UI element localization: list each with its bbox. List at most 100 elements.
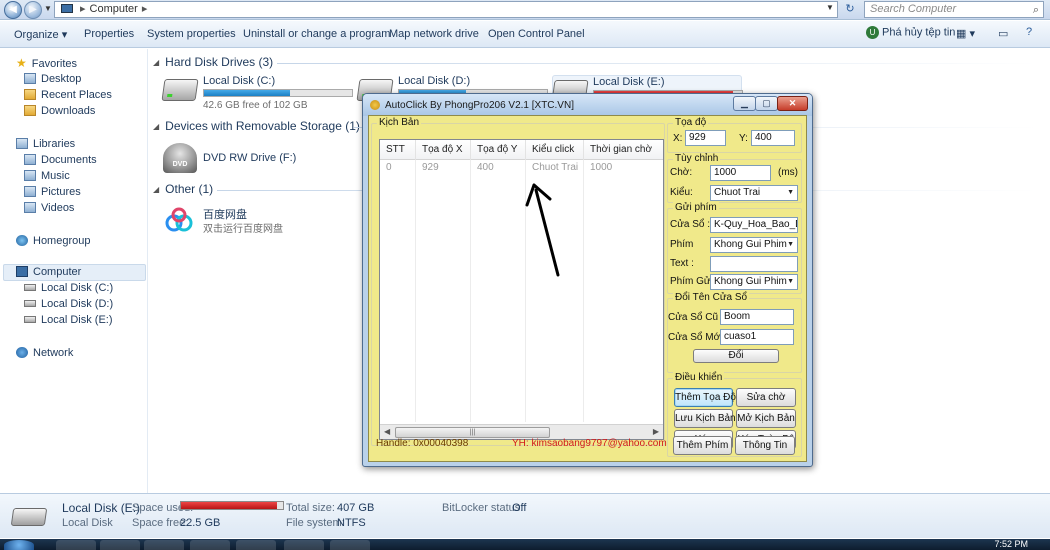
search-input[interactable]: Search Computer ⌕ — [864, 1, 1044, 18]
send-key-select[interactable]: Khong Gui Phim ▼ — [710, 274, 798, 290]
map-drive-button[interactable]: Map network drive — [389, 28, 479, 40]
rename-button[interactable]: Đổi — [693, 349, 779, 363]
column-stt[interactable]: STT — [380, 140, 416, 160]
taskbar-app[interactable] — [100, 540, 140, 550]
system-properties-button[interactable]: System properties — [147, 28, 236, 40]
preview-pane-icon[interactable]: ▭ — [998, 27, 1008, 40]
pictures-icon — [24, 186, 36, 197]
collapse-icon: ◢ — [153, 58, 160, 67]
add-key-button[interactable]: Thêm Phím — [673, 436, 732, 455]
taskbar-app[interactable] — [144, 540, 184, 550]
sidebar-item-computer[interactable]: Computer — [16, 265, 81, 280]
y-input[interactable]: 400 — [751, 130, 795, 146]
maximize-button[interactable]: ▢ — [755, 96, 778, 111]
open-script-button[interactable]: Mở Kịch Bản — [736, 409, 796, 428]
sidebar-item-music[interactable]: Music — [24, 169, 70, 184]
search-icon[interactable]: ⌕ — [1033, 3, 1039, 18]
computer-icon — [16, 266, 28, 277]
group-header-hdd[interactable]: ◢ Hard Disk Drives (3) — [153, 55, 273, 69]
column-wait[interactable]: Thời gian chờ — [584, 140, 663, 160]
x-input[interactable]: 929 — [685, 130, 726, 146]
organize-button[interactable]: Organize ▾ — [14, 28, 67, 41]
column-y[interactable]: Tọa độ Y — [471, 140, 526, 160]
baidu-tile[interactable]: 百度网盘 双击运行百度网盘 — [163, 206, 353, 246]
coords-group: Tọa độ X: 929 Y: 400 — [667, 117, 802, 153]
info-button[interactable]: Thông Tin — [735, 436, 795, 455]
sidebar-item-documents[interactable]: Documents — [24, 153, 97, 168]
text-input[interactable] — [710, 256, 798, 272]
horizontal-scrollbar[interactable]: ◀ ||| ▶ — [380, 424, 663, 439]
grid-line — [583, 160, 584, 422]
sidebar-item-videos[interactable]: Videos — [24, 201, 74, 216]
cell-y: 400 — [477, 162, 494, 173]
autoclick-client: Kịch Bản STT Tọa độ X Tọa độ Y Kiểu clic… — [368, 115, 807, 462]
chevron-down-icon: ▼ — [787, 241, 794, 248]
bitlocker-value: Off — [512, 502, 527, 514]
sidebar-item-favorites[interactable]: ★ Favorites — [16, 56, 77, 71]
key-select[interactable]: Khong Gui Phim ▼ — [710, 237, 798, 253]
baidu-subtitle: 双击运行百度网盘 — [203, 224, 283, 235]
forward-button[interactable]: ▶ — [24, 1, 42, 19]
new-window-input[interactable]: cuaso1 — [720, 329, 794, 345]
taskbar-app[interactable] — [236, 540, 276, 550]
sidebar-item-disk-d[interactable]: Local Disk (D:) — [24, 297, 113, 312]
taskbar-app[interactable] — [330, 540, 370, 550]
shred-button[interactable]: U Phá hủy tệp tin — [866, 26, 955, 39]
taskbar-app[interactable] — [284, 540, 324, 550]
dvd-drive-tile[interactable]: DVD DVD RW Drive (F:) — [163, 141, 353, 181]
group-header-removable[interactable]: ◢ Devices with Removable Storage (1) — [153, 119, 360, 133]
view-options-icon[interactable]: ▦ ▾ — [956, 27, 975, 40]
sidebar-item-disk-c[interactable]: Local Disk (C:) — [24, 281, 113, 296]
column-click-type[interactable]: Kiểu click — [526, 140, 584, 160]
control-panel-button[interactable]: Open Control Panel — [488, 28, 585, 40]
autoclick-titlebar[interactable]: AutoClick By PhongPro206 V2.1 [XTC.VN] ▁… — [363, 94, 812, 116]
sidebar-item-disk-e[interactable]: Local Disk (E:) — [24, 313, 113, 328]
sidebar-item-homegroup[interactable]: Homegroup — [16, 234, 90, 249]
breadcrumb-computer[interactable]: Computer — [90, 3, 138, 15]
uninstall-button[interactable]: Uninstall or change a program — [243, 28, 390, 40]
back-button[interactable]: ◀ — [4, 1, 22, 19]
space-used-bar — [180, 501, 284, 510]
sidebar-item-network[interactable]: Network — [16, 346, 73, 361]
sidebar-item-recent[interactable]: Recent Places — [24, 88, 112, 103]
minimize-button[interactable]: ▁ — [733, 96, 756, 111]
sidebar-item-pictures[interactable]: Pictures — [24, 185, 81, 200]
click-type-select[interactable]: Chuot Trai ▼ — [710, 185, 798, 201]
address-bar: ◀ ▶ ▼ ▸ Computer ▸ ▼ ↻ Search Computer ⌕ — [0, 0, 1050, 20]
sidebar-item-downloads[interactable]: Downloads — [24, 104, 95, 119]
column-x[interactable]: Tọa độ X — [416, 140, 471, 160]
target-window-input[interactable]: K-Quy_Hoa_Bao_Dien — [710, 217, 798, 233]
address-box[interactable]: ▸ Computer ▸ — [54, 1, 838, 18]
chevron-right-icon[interactable]: ▸ — [142, 3, 148, 15]
refresh-icon[interactable]: ↻ — [842, 2, 858, 18]
control-label: Điều khiển — [673, 372, 725, 383]
start-button[interactable] — [4, 540, 34, 550]
edit-wait-button[interactable]: Sửa chờ — [736, 388, 796, 407]
script-list-header: STT Tọa độ X Tọa độ Y Kiểu click Thời gi… — [380, 140, 663, 160]
sidebar-item-desktop[interactable]: Desktop — [24, 72, 81, 87]
help-icon[interactable]: ? — [1026, 26, 1032, 38]
close-button[interactable]: ✕ — [777, 96, 808, 111]
wait-input[interactable]: 1000 — [710, 165, 771, 181]
add-coords-button[interactable]: Thêm Tọa Độ — [674, 388, 736, 407]
click-type-label: Kiểu: — [670, 187, 693, 198]
properties-button[interactable]: Properties — [84, 28, 134, 40]
taskbar-app[interactable] — [190, 540, 230, 550]
libraries-icon — [16, 138, 28, 149]
sidebar-item-libraries[interactable]: Libraries — [16, 137, 75, 152]
clock[interactable]: 7:52 PM — [994, 539, 1028, 550]
group-header-other[interactable]: ◢ Other (1) — [153, 182, 213, 196]
wait-label: Chờ: — [670, 167, 693, 178]
taskbar-app[interactable] — [56, 540, 96, 550]
save-script-button[interactable]: Lưu Kịch Bản — [674, 409, 736, 428]
address-dropdown[interactable]: ▼ — [826, 3, 834, 12]
details-drive-type: Local Disk — [62, 517, 113, 529]
file-system-label: File system: — [286, 517, 345, 529]
star-icon: ★ — [16, 56, 27, 70]
scrollbar-thumb[interactable]: ||| — [395, 427, 550, 438]
scroll-right-icon[interactable]: ▶ — [653, 427, 659, 436]
old-window-input[interactable]: Boom — [720, 309, 794, 325]
drive-c-tile[interactable]: Local Disk (C:) 42.6 GB free of 102 GB — [161, 75, 353, 115]
recent-pages-dropdown[interactable]: ▼ — [44, 4, 52, 13]
scroll-left-icon[interactable]: ◀ — [384, 427, 390, 436]
